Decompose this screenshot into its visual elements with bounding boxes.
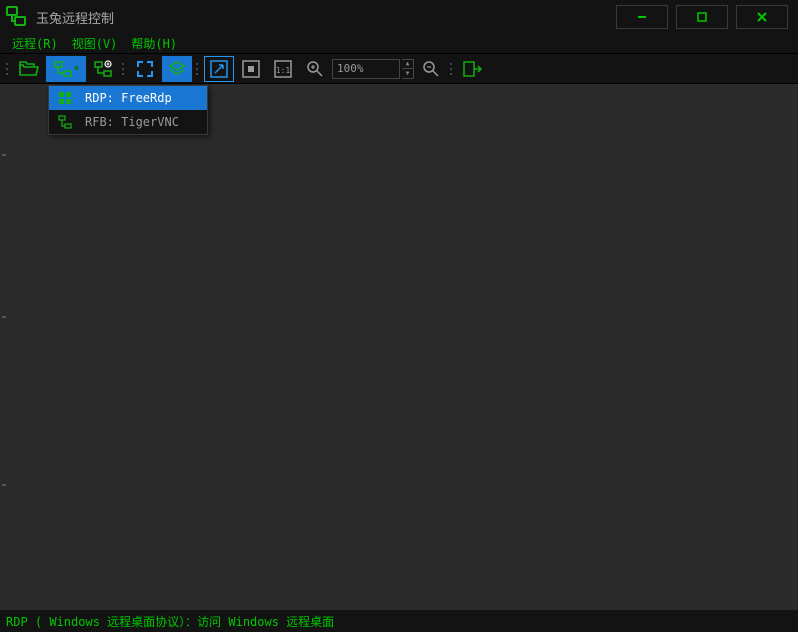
windows-icon xyxy=(55,91,75,105)
one-to-one-button[interactable]: 1:1 xyxy=(268,56,298,82)
toolbar-grip xyxy=(4,57,10,81)
close-button[interactable] xyxy=(736,5,788,29)
actual-size-button[interactable] xyxy=(236,56,266,82)
connection-type-dropdown[interactable]: ▼ xyxy=(46,56,86,82)
connection-type-menu: RDP: FreeRdp RFB: TigerVNC xyxy=(48,85,208,135)
statusbar: RDP ( Windows 远程桌面协议）：访问 Windows 远程桌面 xyxy=(0,610,798,632)
titlebar: 玉兔远程控制 xyxy=(0,0,798,34)
vnc-icon xyxy=(55,115,75,129)
exit-button[interactable] xyxy=(458,56,488,82)
zoom-input[interactable] xyxy=(332,59,400,79)
app-icon xyxy=(4,4,30,30)
connection-edit-button[interactable] xyxy=(88,56,118,82)
ruler-tick xyxy=(2,316,6,318)
window-controls xyxy=(616,5,798,29)
app-title: 玉兔远程控制 xyxy=(36,8,114,27)
status-text: RDP ( Windows 远程桌面协议）：访问 Windows 远程桌面 xyxy=(6,613,334,630)
zoom-in-button[interactable] xyxy=(300,56,330,82)
content-area xyxy=(2,84,796,610)
svg-text:1:1: 1:1 xyxy=(276,66,291,75)
chevron-down-icon: ▼ xyxy=(74,64,79,73)
menu-item-label: RFB: TigerVNC xyxy=(85,115,179,129)
toolbar: ▼ xyxy=(0,54,798,84)
menu-remote[interactable]: 远程(R) xyxy=(12,35,58,52)
fit-window-button[interactable] xyxy=(204,56,234,82)
minimize-button[interactable] xyxy=(616,5,668,29)
maximize-button[interactable] xyxy=(676,5,728,29)
toolbar-grip-2 xyxy=(120,57,126,81)
menu-view[interactable]: 视图(V) xyxy=(72,35,118,52)
menu-help[interactable]: 帮助(H) xyxy=(131,35,177,52)
zoom-out-button[interactable] xyxy=(416,56,446,82)
zoom-spinner[interactable]: ▲ ▼ xyxy=(402,59,414,79)
zoom-step-up[interactable]: ▲ xyxy=(402,60,413,70)
toolbar-grip-3 xyxy=(194,57,200,81)
ruler-tick xyxy=(2,484,6,486)
open-button[interactable] xyxy=(14,56,44,82)
ruler-tick xyxy=(2,154,6,156)
menu-item-rdp[interactable]: RDP: FreeRdp xyxy=(49,86,207,110)
menu-item-label: RDP: FreeRdp xyxy=(85,91,172,105)
fullscreen-button[interactable] xyxy=(130,56,160,82)
layers-button[interactable] xyxy=(162,56,192,82)
toolbar-grip-4 xyxy=(448,57,454,81)
menu-item-rfb[interactable]: RFB: TigerVNC xyxy=(49,110,207,134)
zoom-step-down[interactable]: ▼ xyxy=(402,69,413,78)
menubar: 远程(R) 视图(V) 帮助(H) xyxy=(0,34,798,54)
